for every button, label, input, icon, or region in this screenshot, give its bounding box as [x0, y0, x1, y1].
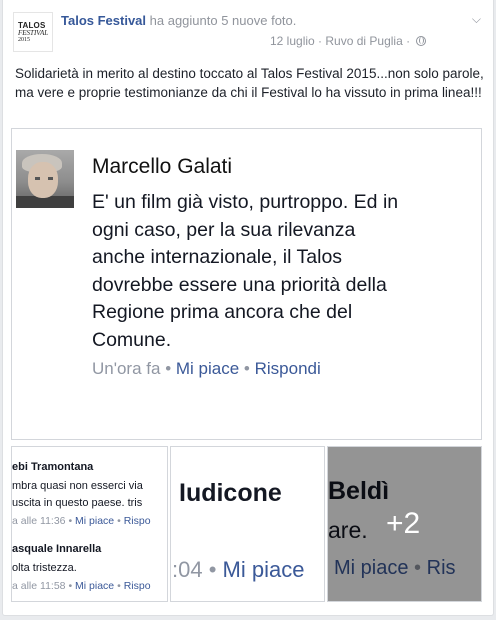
page-avatar[interactable]: TALOS FESTIVAL 2015	[13, 12, 53, 52]
footer-dot: •	[165, 359, 172, 378]
thumb2-time: :04	[172, 557, 203, 582]
thumb1-text2: olta tristezza.	[12, 562, 77, 574]
thumb2-name: Iudicone	[179, 479, 282, 507]
thumb2-footer: :04 • Mi piace	[172, 557, 304, 583]
thumb1-footer2: a alle 11:58 • Mi piace • Rispo	[12, 580, 151, 592]
post-meta: 12 luglio · Ruvo di Puglia ·	[270, 34, 427, 48]
post-header: Talos Festival ha aggiunto 5 nuove foto.	[61, 13, 296, 28]
post-date-link[interactable]: 12 luglio	[270, 34, 315, 48]
more-photos-count[interactable]: +2	[386, 507, 420, 541]
commenter-photo	[16, 150, 74, 208]
chevron-down-icon[interactable]: ⌵	[472, 12, 481, 27]
thumb1-reply1: Rispo	[123, 515, 151, 527]
meta-separator: ·	[406, 34, 411, 48]
comment-line: ogni caso, per la sua rilevanza	[92, 218, 356, 241]
thumb1-reply2: Rispo	[123, 580, 151, 592]
thumb1-like1: Mi piace	[75, 515, 115, 527]
thumb2-like: Mi piace	[222, 557, 305, 582]
footer-dot: •	[117, 515, 121, 527]
author-link[interactable]: Talos Festival	[61, 13, 146, 28]
thumb1-like2: Mi piace	[75, 580, 115, 592]
thumb1-time1: a alle 11:36	[12, 515, 66, 527]
avatar-logo-line3: 2015	[18, 36, 30, 43]
avatar-logo-line2: FESTIVAL	[18, 28, 49, 37]
thumb1-text1a: mbra quasi non esserci via	[12, 480, 143, 492]
globe-icon[interactable]	[416, 36, 427, 46]
comment-like-text: Mi piace	[175, 359, 240, 378]
post-action-text: ha aggiunto 5 nuove foto.	[149, 13, 297, 28]
comment-line: anche internazionale, il Talos	[92, 246, 343, 268]
commenter-name: Marcello Galati	[92, 155, 233, 178]
footer-dot: •	[68, 515, 73, 527]
comment-text: E' un film già visto, purtroppo. Ed in o…	[92, 189, 472, 354]
thumb1-name1: ebi Tramontana	[12, 461, 94, 473]
comment-line: Regione prima ancora che del	[92, 301, 353, 323]
comment-footer: Un'ora fa • Mi piace • Rispondi	[92, 359, 321, 379]
photo-thumbnail-3[interactable]: Beldì are. Mi piace • Ris +2	[327, 446, 482, 602]
photo-thumbnail-1[interactable]: ebi Tramontana mbra quasi non esserci vi…	[11, 446, 168, 602]
main-photo[interactable]: Marcello Galati E' un film già visto, pu…	[11, 128, 482, 440]
comment-reply-text: Rispondi	[254, 359, 321, 378]
thumb1-time2: a alle 11:58	[12, 580, 66, 592]
footer-dot: •	[243, 359, 250, 378]
location-link[interactable]: Ruvo di Puglia	[325, 34, 402, 48]
comment-time: Un'ora fa	[92, 359, 161, 378]
comment-line: Comune.	[92, 328, 172, 351]
meta-separator: ·	[318, 34, 323, 48]
thumb1-text1b: uscita in questo paese. tris	[12, 497, 143, 509]
photo-thumbnail-2[interactable]: Iudicone :04 • Mi piace	[170, 446, 325, 602]
footer-dot: •	[208, 557, 217, 582]
post-text: Solidarietà in merito al destino toccato…	[15, 66, 484, 100]
comment-line: dovrebbe essere una priorità della	[92, 273, 387, 296]
footer-dot: •	[68, 580, 73, 592]
footer-dot: •	[117, 580, 121, 592]
thumb1-name2: asquale Innarella	[12, 543, 102, 555]
thumb1-footer1: a alle 11:36 • Mi piace • Rispo	[12, 515, 151, 527]
comment-line: E' un film già visto, purtroppo. Ed in	[92, 191, 399, 213]
